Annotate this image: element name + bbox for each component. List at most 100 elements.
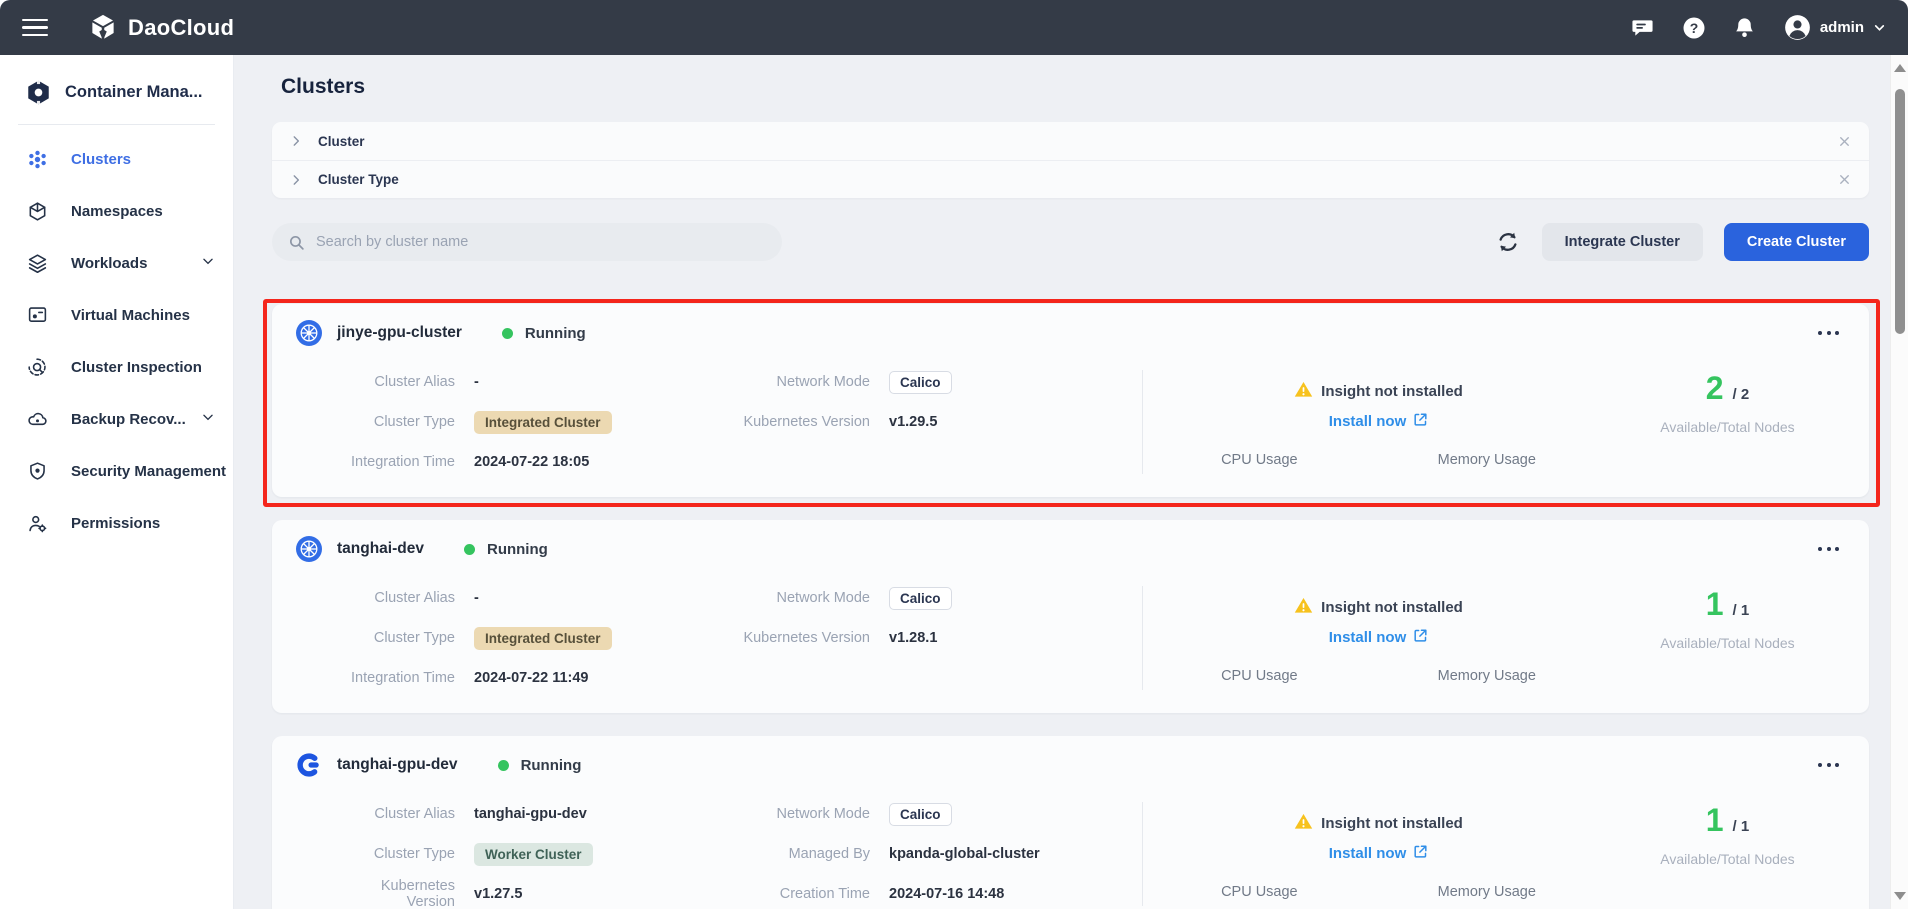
card-header: jinye-gpu-cluster Running [272, 304, 1869, 354]
filter-panel: Cluster Cluster Type [272, 122, 1869, 198]
warning-icon [1294, 596, 1313, 619]
field-label: Cluster Type [342, 846, 455, 862]
search-box[interactable] [272, 223, 782, 261]
field-row-cluster-alias: Cluster Aliastanghai-gpu-dev [342, 794, 735, 834]
vm-icon [27, 305, 48, 326]
sidebar-item-security-management[interactable]: Security Management [0, 445, 233, 497]
cluster-name[interactable]: tanghai-gpu-dev [337, 756, 458, 774]
install-now-label: Install now [1329, 413, 1407, 430]
field-value: 2024-07-22 18:05 [474, 454, 589, 470]
sidebar-item-backup-recov[interactable]: Backup Recov... [0, 393, 233, 445]
usage-labels: CPU UsageMemory Usage [1143, 668, 1614, 684]
card-middle-column: Network ModeCalicoKubernetes Versionv1.2… [735, 578, 1142, 698]
sidebar-item-label: Backup Recov... [71, 411, 186, 428]
help-icon[interactable]: ? [1682, 16, 1706, 40]
nodes-total: / 1 [1733, 818, 1750, 835]
card-body: Cluster Alias-Cluster TypeIntegrated Clu… [272, 570, 1869, 698]
field-label: Creation Time [735, 886, 870, 902]
chevron-down-icon [1873, 21, 1886, 34]
badge-integrated-cluster: Integrated Cluster [474, 627, 612, 650]
search-input[interactable] [314, 233, 766, 251]
scrollbar [1890, 55, 1908, 909]
close-icon[interactable] [1837, 134, 1852, 149]
sidebar-item-clusters[interactable]: Clusters [0, 133, 233, 185]
inspection-icon [27, 357, 48, 378]
sidebar-item-cluster-inspection[interactable]: Cluster Inspection [0, 341, 233, 393]
sidebar-header[interactable]: Container Mana... [0, 55, 233, 124]
card-left-column: Cluster Alias-Cluster TypeIntegrated Clu… [342, 362, 735, 482]
card-menu-button[interactable] [1816, 541, 1841, 557]
sidebar: Container Mana... Clusters Namespaces Work… [0, 55, 234, 909]
install-now-link[interactable]: Install now [1329, 628, 1429, 647]
chevron-down-icon [201, 254, 215, 273]
permissions-icon [27, 513, 48, 534]
sidebar-item-label: Namespaces [71, 203, 163, 220]
main-content: Clusters ClusterCluster Type Integrate C… [234, 55, 1908, 909]
insight-status: Insight not installed [1143, 812, 1614, 835]
field-label: Network Mode [735, 590, 870, 606]
install-now-link[interactable]: Install now [1329, 412, 1429, 431]
sidebar-item-workloads[interactable]: Workloads [0, 237, 233, 289]
hamburger-menu-icon[interactable] [22, 19, 48, 37]
nodes-available: 1 [1706, 804, 1724, 836]
insight-status: Insight not installed [1143, 380, 1614, 403]
field-row-cluster-alias: Cluster Alias- [342, 362, 735, 402]
cluster-status: Running [464, 541, 548, 558]
status-label: Running [487, 541, 548, 558]
field-value: v1.29.5 [889, 414, 937, 430]
nodes-caption: Available/Total Nodes [1614, 851, 1841, 867]
external-link-icon [1413, 844, 1428, 863]
sidebar-item-label: Cluster Inspection [71, 359, 202, 376]
filter-row-cluster[interactable]: Cluster [272, 122, 1869, 160]
kubernetes-icon [296, 536, 322, 562]
sidebar-item-namespaces[interactable]: Namespaces [0, 185, 233, 237]
warning-icon [1294, 380, 1313, 403]
scrollbar-thumb[interactable] [1895, 89, 1905, 334]
sidebar-item-permissions[interactable]: Permissions [0, 497, 233, 549]
card-menu-button[interactable] [1816, 757, 1841, 773]
nodes-total: / 1 [1733, 602, 1750, 619]
field-label: Integration Time [342, 670, 455, 686]
chat-icon[interactable] [1631, 16, 1655, 40]
insight-text: Insight not installed [1321, 599, 1463, 616]
filter-row-cluster-type[interactable]: Cluster Type [272, 160, 1869, 198]
status-dot [502, 328, 513, 339]
refresh-icon[interactable] [1495, 229, 1521, 255]
field-label: Cluster Type [342, 414, 455, 430]
memory-usage-label: Memory Usage [1438, 452, 1536, 468]
card-menu-button[interactable] [1816, 325, 1841, 341]
toolbar: Integrate Cluster Create Cluster [272, 223, 1869, 261]
chevron-right-icon [289, 173, 303, 187]
cluster-status: Running [502, 325, 586, 342]
filter-label: Cluster [318, 134, 365, 149]
install-now-link-wrap: Install now [1143, 619, 1614, 647]
card-nodes-column: 2/ 2Available/Total Nodes [1614, 362, 1841, 482]
cpu-usage-label: CPU Usage [1221, 668, 1298, 684]
user-menu[interactable]: admin [1784, 14, 1886, 41]
field-label: Kubernetes Version [735, 414, 870, 430]
field-row-creation-time: Creation Time 2024-07-16 14:48 [735, 874, 1142, 909]
field-row-cluster-alias: Cluster Alias- [342, 578, 735, 618]
cluster-name[interactable]: jinye-gpu-cluster [337, 324, 462, 342]
sidebar-item-virtual-machines[interactable]: Virtual Machines [0, 289, 233, 341]
nodes-available: 2 [1706, 372, 1724, 404]
install-now-link[interactable]: Install now [1329, 844, 1429, 863]
backup-icon [27, 409, 48, 430]
create-cluster-button[interactable]: Create Cluster [1724, 223, 1869, 261]
external-link-icon [1413, 628, 1428, 647]
close-icon[interactable] [1837, 172, 1852, 187]
cluster-name[interactable]: tanghai-dev [337, 540, 424, 558]
field-value: 2024-07-16 14:48 [889, 886, 1004, 902]
status-dot [498, 760, 509, 771]
bell-icon[interactable] [1733, 16, 1757, 40]
nodes-count: 1/ 1 [1614, 588, 1841, 620]
field-row-network-mode: Network Mode Calico [735, 578, 1142, 618]
username: admin [1820, 19, 1864, 36]
scrollbar-up-arrow[interactable] [1894, 64, 1906, 72]
field-row-kubernetes-version: Kubernetes Versionv1.27.5 [342, 874, 735, 909]
badge-calico: Calico [889, 587, 952, 610]
nodes-caption: Available/Total Nodes [1614, 419, 1841, 435]
scrollbar-down-arrow[interactable] [1894, 892, 1906, 900]
integrate-cluster-button[interactable]: Integrate Cluster [1542, 223, 1703, 261]
warning-icon [1294, 812, 1313, 835]
